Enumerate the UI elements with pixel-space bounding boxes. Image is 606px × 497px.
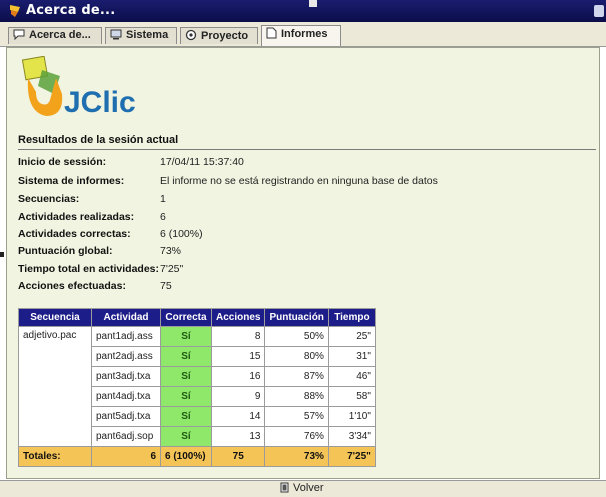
cell-correcta: Sí: [161, 407, 211, 426]
tab-label: Proyecto: [201, 30, 249, 42]
tab-label: Acerca de...: [29, 29, 91, 41]
cell-puntuacion: 87%: [265, 367, 328, 386]
tab-acerca-de[interactable]: Acerca de...: [8, 27, 102, 44]
titlebar-marker: [309, 0, 317, 7]
cell-tiempo: 46": [328, 367, 375, 386]
window-edge-marker: [0, 252, 4, 257]
cell-secuencia: adjetivo.pac: [19, 327, 91, 446]
cell-tiempo: 25": [328, 327, 375, 346]
info-label-puntuacion: Puntuación global:: [18, 245, 113, 257]
info-label-inicio: Inicio de sessión:: [18, 156, 107, 168]
info-value-sistema: El informe no se está registrando en nin…: [160, 175, 438, 187]
window-control-button[interactable]: [594, 5, 604, 17]
cell-tiempo: 31": [328, 347, 375, 366]
totals-acciones: 75: [212, 447, 265, 466]
cell-correcta: Sí: [161, 367, 211, 386]
document-icon: [266, 27, 277, 39]
cell-acciones: 15: [212, 347, 265, 366]
cell-correcta: Sí: [161, 347, 211, 366]
header-tiempo: Tiempo: [328, 309, 375, 326]
cell-puntuacion: 80%: [265, 347, 328, 366]
info-value-secuencias: 1: [160, 193, 166, 205]
tab-label: Informes: [281, 28, 328, 40]
table-row: adjetivo.pac pant1adj.ass Sí 8 50% 25": [19, 327, 375, 446]
app-icon: [10, 5, 20, 17]
cell-correcta: Sí: [161, 327, 211, 346]
cell-actividad: pant6adj.sop: [92, 427, 160, 446]
tab-label: Sistema: [126, 29, 169, 41]
cell-tiempo: 58": [328, 387, 375, 406]
cell-actividad: pant5adj.txa: [92, 407, 160, 426]
cell-tiempo: 1'10": [328, 407, 375, 426]
tab-sistema[interactable]: Sistema: [105, 27, 177, 44]
cell-acciones: 13: [212, 427, 265, 446]
cell-correcta: Sí: [161, 427, 211, 446]
totals-puntuacion: 73%: [265, 447, 328, 466]
totals-label: Totales:: [19, 447, 91, 466]
cell-correcta: Sí: [161, 387, 211, 406]
door-icon: [280, 482, 289, 493]
section-divider: [18, 149, 596, 150]
totals-tiempo: 7'25": [328, 447, 375, 466]
header-actividad: Actividad: [92, 309, 160, 326]
info-label-secuencias: Secuencias:: [18, 193, 80, 205]
info-value-inicio: 17/04/11 15:37:40: [160, 156, 244, 168]
header-puntuacion: Puntuación: [265, 309, 328, 326]
table-header-row: Secuencia Actividad Correcta Acciones Pu…: [19, 309, 375, 326]
header-correcta: Correcta: [161, 309, 211, 326]
results-table: Secuencia Actividad Correcta Acciones Pu…: [18, 308, 376, 467]
tab-proyecto[interactable]: Proyecto: [180, 27, 258, 44]
cell-actividad: pant1adj.ass: [92, 327, 160, 346]
cell-puntuacion: 88%: [265, 387, 328, 406]
cell-actividad: pant2adj.ass: [92, 347, 160, 366]
section-title: Resultados de la sesión actual: [18, 134, 179, 146]
gear-icon: [185, 29, 197, 41]
footer-bar: Volver: [0, 480, 606, 497]
info-value-acciones: 75: [160, 280, 172, 292]
totals-actividades: 6: [92, 447, 160, 466]
cell-acciones: 16: [212, 367, 265, 386]
cell-actividad: pant4adj.txa: [92, 387, 160, 406]
speech-bubble-icon: [13, 29, 25, 40]
info-value-realizadas: 6: [160, 211, 166, 223]
header-secuencia: Secuencia: [19, 309, 91, 326]
cell-acciones: 9: [212, 387, 265, 406]
tab-informes[interactable]: Informes: [261, 25, 341, 46]
window-title: Acerca de...: [26, 3, 116, 18]
cell-puntuacion: 76%: [265, 427, 328, 446]
cell-tiempo: 3'34": [328, 427, 375, 446]
header-acciones: Acciones: [212, 309, 265, 326]
info-label-acciones: Acciones efectuadas:: [18, 280, 126, 292]
info-label-sistema: Sistema de informes:: [18, 175, 125, 187]
cell-acciones: 8: [212, 327, 265, 346]
computer-icon: [110, 29, 122, 40]
info-label-tiempo: Tiempo total en actividades:: [18, 263, 160, 275]
info-value-tiempo: 7'25": [160, 263, 184, 275]
volver-label: Volver: [293, 482, 324, 494]
totals-row: Totales: 6 6 (100%) 75 73% 7'25": [19, 447, 375, 466]
logo-text: JClic: [64, 86, 136, 119]
tab-bar: Acerca de... Sistema Proyecto Informes: [0, 22, 606, 47]
volver-button[interactable]: Volver: [280, 482, 324, 494]
cell-actividad: pant3adj.txa: [92, 367, 160, 386]
info-value-puntuacion: 73%: [160, 245, 182, 257]
cell-puntuacion: 57%: [265, 407, 328, 426]
window-titlebar: Acerca de...: [0, 0, 606, 22]
jclic-logo: JClic: [21, 56, 136, 119]
cell-acciones: 14: [212, 407, 265, 426]
info-value-correctas: 6 (100%): [160, 228, 203, 240]
cell-puntuacion: 50%: [265, 327, 328, 346]
info-label-realizadas: Actividades realizadas:: [18, 211, 135, 223]
info-label-correctas: Actividades correctas:: [18, 228, 131, 240]
totals-correcta: 6 (100%): [161, 447, 211, 466]
